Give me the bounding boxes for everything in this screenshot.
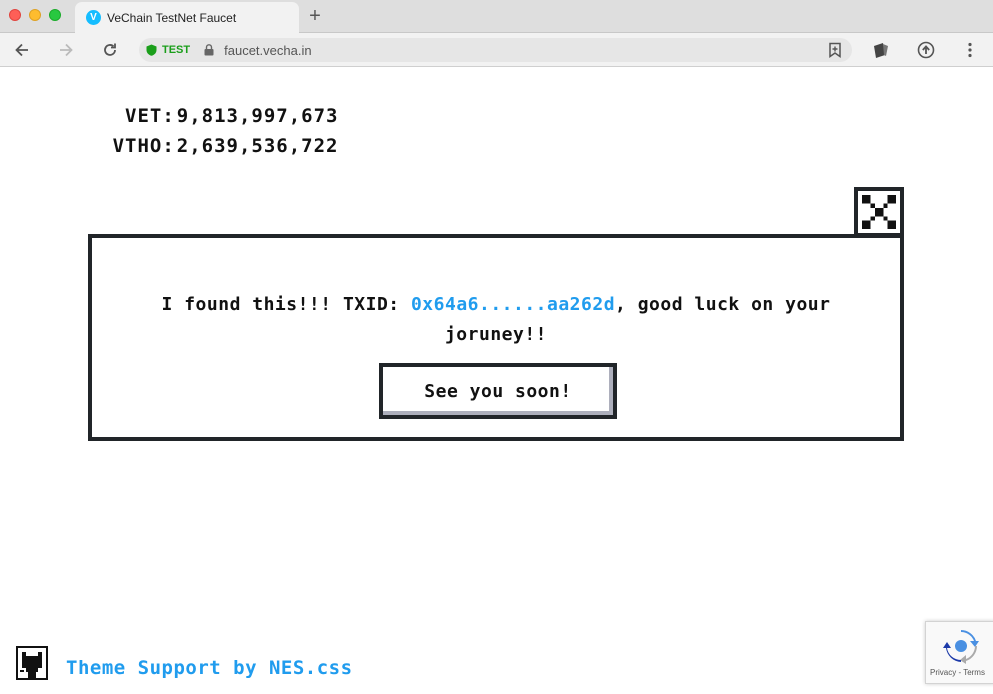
vet-balance-row: VET: 9,813,997,673 bbox=[25, 80, 338, 127]
close-icon bbox=[862, 195, 896, 229]
dialog-message: I found this!!! TXID: 0x64a6......aa262d… bbox=[112, 290, 880, 350]
see-you-soon-button[interactable]: See you soon! bbox=[379, 363, 617, 419]
zoom-window-button[interactable] bbox=[49, 9, 61, 21]
vtho-value: 2,639,536,722 bbox=[176, 135, 339, 157]
message-prefix: I found this!!! TXID: bbox=[161, 294, 411, 315]
vtho-label: VTHO: bbox=[112, 135, 175, 157]
result-dialog: I found this!!! TXID: 0x64a6......aa262d… bbox=[88, 187, 904, 443]
browser-toolbar: TEST faucet.vecha.in bbox=[0, 33, 993, 67]
address-bar[interactable]: TEST faucet.vecha.in bbox=[139, 38, 852, 62]
url-text: faucet.vecha.in bbox=[224, 42, 312, 58]
upload-extension-button[interactable] bbox=[917, 41, 935, 59]
close-dialog-button[interactable] bbox=[854, 187, 904, 237]
shield-icon bbox=[146, 44, 157, 56]
browser-tab-bar: V VeChain TestNet Faucet + bbox=[0, 0, 993, 33]
vet-label: VET: bbox=[125, 105, 175, 127]
bookmark-button[interactable] bbox=[828, 42, 842, 58]
minimize-window-button[interactable] bbox=[29, 9, 41, 21]
bookmark-icon bbox=[829, 42, 841, 58]
github-octocat-icon[interactable] bbox=[16, 646, 48, 680]
arrow-right-icon bbox=[60, 43, 73, 57]
nes-css-credit-link[interactable]: Theme Support by NES.css bbox=[66, 657, 353, 679]
reload-icon bbox=[104, 43, 116, 56]
balances-panel: VET: 9,813,997,673 VTHO: 2,639,536,722 bbox=[25, 80, 338, 157]
wallet-extension-button[interactable] bbox=[872, 41, 890, 59]
recaptcha-badge[interactable]: Privacy - Terms bbox=[925, 621, 993, 684]
test-badge: TEST bbox=[162, 44, 191, 56]
browser-menu-button[interactable] bbox=[961, 41, 979, 59]
tab-title: VeChain TestNet Faucet bbox=[107, 10, 237, 25]
txid-link[interactable]: 0x64a6......aa262d bbox=[411, 294, 615, 315]
recaptcha-icon bbox=[943, 630, 979, 664]
back-button[interactable] bbox=[12, 40, 32, 60]
wallet-extension-icon bbox=[874, 43, 888, 58]
forward-button[interactable] bbox=[56, 40, 76, 60]
vechain-favicon-icon: V bbox=[86, 10, 101, 25]
more-vertical-icon bbox=[968, 42, 972, 58]
dialog-box: I found this!!! TXID: 0x64a6......aa262d… bbox=[88, 234, 904, 441]
browser-tab[interactable]: V VeChain TestNet Faucet bbox=[75, 2, 299, 33]
arrow-left-icon bbox=[15, 43, 28, 57]
close-window-button[interactable] bbox=[9, 9, 21, 21]
lock-icon bbox=[204, 44, 214, 56]
recaptcha-links[interactable]: Privacy - Terms bbox=[930, 668, 985, 677]
reload-button[interactable] bbox=[100, 40, 120, 60]
new-tab-button[interactable]: + bbox=[305, 6, 325, 26]
upload-extension-icon bbox=[917, 41, 935, 59]
vet-value: 9,813,997,673 bbox=[176, 105, 339, 127]
